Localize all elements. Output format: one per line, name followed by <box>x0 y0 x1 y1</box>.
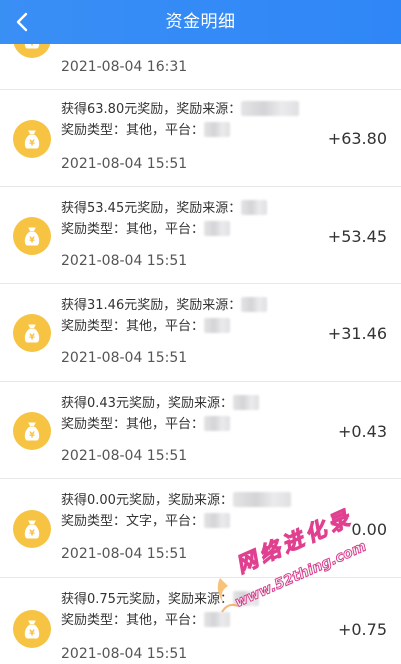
reward-text-a: 获得63.80元奖励，奖励来源： <box>61 102 242 117</box>
record-amount: +63.80 <box>327 129 387 148</box>
page-title: 资金明细 <box>165 12 236 32</box>
list-item[interactable]: 获得0.43元奖励，奖励来源： 奖励类型：其他，平台： 2021-08-04 1… <box>0 382 401 479</box>
list-item[interactable]: 获得53.45元奖励，奖励来源： 奖励类型：其他，平台： 2021-08-04 … <box>0 187 401 284</box>
record-date: 2021-08-04 15:51 <box>61 448 188 464</box>
record-amount: +0.43 <box>337 422 387 441</box>
redacted-platform <box>204 122 231 137</box>
record-date: 2021-08-04 15:51 <box>61 646 188 662</box>
reward-text-b: 奖励类型：其他，平台： <box>61 222 205 237</box>
redacted-platform <box>204 318 231 333</box>
record-date: 2021-08-04 15:51 <box>61 156 188 172</box>
list-item[interactable]: 获得0.75元奖励，奖励来源： 奖励类型：其他，平台： 2021-08-04 1… <box>0 578 401 664</box>
record-description: 获得63.80元奖励，奖励来源： 奖励类型：其他，平台： <box>61 99 333 141</box>
reward-text-b: 奖励类型：其他，平台： <box>61 123 205 138</box>
redacted-platform <box>204 612 231 627</box>
record-date: 2021-08-04 15:51 <box>61 253 188 269</box>
redacted-source <box>232 395 259 410</box>
redacted-platform <box>204 221 231 236</box>
redacted-source <box>241 101 300 116</box>
list-item[interactable]: 获得0.00元奖励，奖励来源： 奖励类型：文字，平台： 2021-08-04 1… <box>0 479 401 578</box>
money-bag-icon <box>13 610 51 648</box>
record-date: 2021-08-04 15:51 <box>61 350 188 366</box>
money-bag-icon <box>13 217 51 255</box>
record-description: 获得31.46元奖励，奖励来源： 奖励类型：其他，平台： <box>61 295 333 337</box>
app: 2021-08-04 16:31 获得63.80元奖励，奖励来源： 奖励类型：其… <box>0 0 401 664</box>
record-amount: 0.00 <box>351 520 387 539</box>
reward-text-a: 获得53.45元奖励，奖励来源： <box>61 201 242 216</box>
record-description: 获得0.43元奖励，奖励来源： 奖励类型：其他，平台： <box>61 393 333 435</box>
reward-text-a: 获得0.75元奖励，奖励来源： <box>61 592 233 607</box>
record-amount: +53.45 <box>327 227 387 246</box>
reward-text-b: 奖励类型：文字，平台： <box>61 514 205 529</box>
record-description: 获得53.45元奖励，奖励来源： 奖励类型：其他，平台： <box>61 198 333 240</box>
record-description: 获得0.75元奖励，奖励来源： 奖励类型：其他，平台： <box>61 589 333 631</box>
redacted-platform <box>204 513 231 528</box>
reward-text-b: 奖励类型：其他，平台： <box>61 417 205 432</box>
money-bag-icon <box>13 120 51 158</box>
record-date: 2021-08-04 16:31 <box>61 59 188 75</box>
top-navigation-bar: 资金明细 <box>0 0 401 44</box>
redacted-platform <box>204 416 231 431</box>
reward-text-b: 奖励类型：其他，平台： <box>61 319 205 334</box>
money-bag-icon <box>13 314 51 352</box>
record-date: 2021-08-04 15:51 <box>61 546 188 562</box>
redacted-source <box>232 492 291 507</box>
reward-text-a: 获得0.43元奖励，奖励来源： <box>61 396 233 411</box>
money-bag-icon <box>13 510 51 548</box>
money-bag-icon <box>13 412 51 450</box>
list-item[interactable]: 获得31.46元奖励，奖励来源： 奖励类型：其他，平台： 2021-08-04 … <box>0 284 401 382</box>
reward-text-a: 获得0.00元奖励，奖励来源： <box>61 493 233 508</box>
redacted-source <box>241 200 268 215</box>
list-item[interactable]: 获得63.80元奖励，奖励来源： 奖励类型：其他，平台： 2021-08-04 … <box>0 90 401 187</box>
reward-text-b: 奖励类型：其他，平台： <box>61 613 205 628</box>
reward-text-a: 获得31.46元奖励，奖励来源： <box>61 298 242 313</box>
record-amount: +0.75 <box>337 620 387 639</box>
redacted-source <box>241 297 268 312</box>
redacted-source <box>232 591 259 606</box>
record-amount: +31.46 <box>327 324 387 343</box>
record-description: 获得0.00元奖励，奖励来源： 奖励类型：文字，平台： <box>61 490 333 532</box>
